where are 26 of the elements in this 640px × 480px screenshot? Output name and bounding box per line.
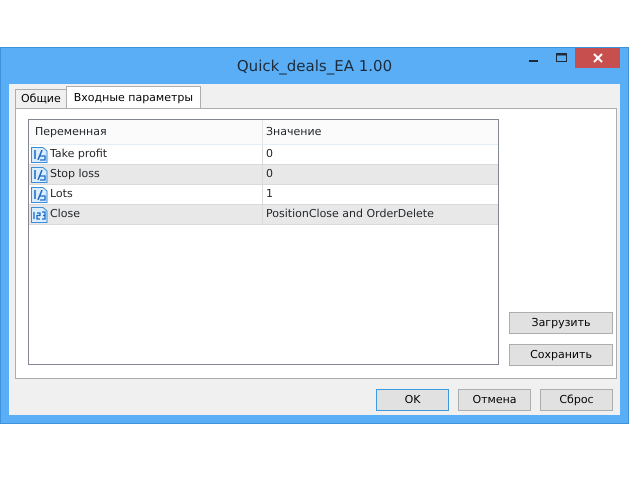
parameter-name: Stop loss xyxy=(50,166,100,182)
file-button[interactable]: Сохранить xyxy=(509,344,613,366)
tab[interactable]: Общие xyxy=(15,89,67,108)
close-button[interactable] xyxy=(575,48,620,68)
dialog-button[interactable]: Отмена xyxy=(458,389,531,411)
close-icon xyxy=(592,53,602,63)
parameter-value[interactable]: PositionClose and OrderDelete xyxy=(263,206,498,223)
parameter-name: Close xyxy=(50,206,80,222)
column-header: Переменная xyxy=(29,120,263,144)
fraction-icon xyxy=(31,186,48,202)
window-title: Quick_deals_EA 1.00 xyxy=(236,56,392,77)
parameter-value[interactable]: 0 xyxy=(263,166,498,183)
parameter-value[interactable]: 1 xyxy=(263,186,498,203)
column-header: Значение xyxy=(265,124,322,140)
parameter-name: Lots xyxy=(50,186,73,202)
dialog-button[interactable]: Сброс xyxy=(540,389,613,411)
minimize-icon xyxy=(528,60,538,62)
parameter-value[interactable]: 0 xyxy=(263,146,498,163)
file-button[interactable]: Загрузить xyxy=(509,312,613,334)
fraction-icon xyxy=(31,146,48,162)
maximize-icon xyxy=(556,53,566,63)
fraction-icon xyxy=(31,166,48,182)
parameter-name: Take profit xyxy=(50,146,108,162)
dialog-button[interactable]: OK xyxy=(376,389,449,411)
tab[interactable]: Входные параметры xyxy=(66,86,202,109)
number-icon xyxy=(31,206,48,222)
